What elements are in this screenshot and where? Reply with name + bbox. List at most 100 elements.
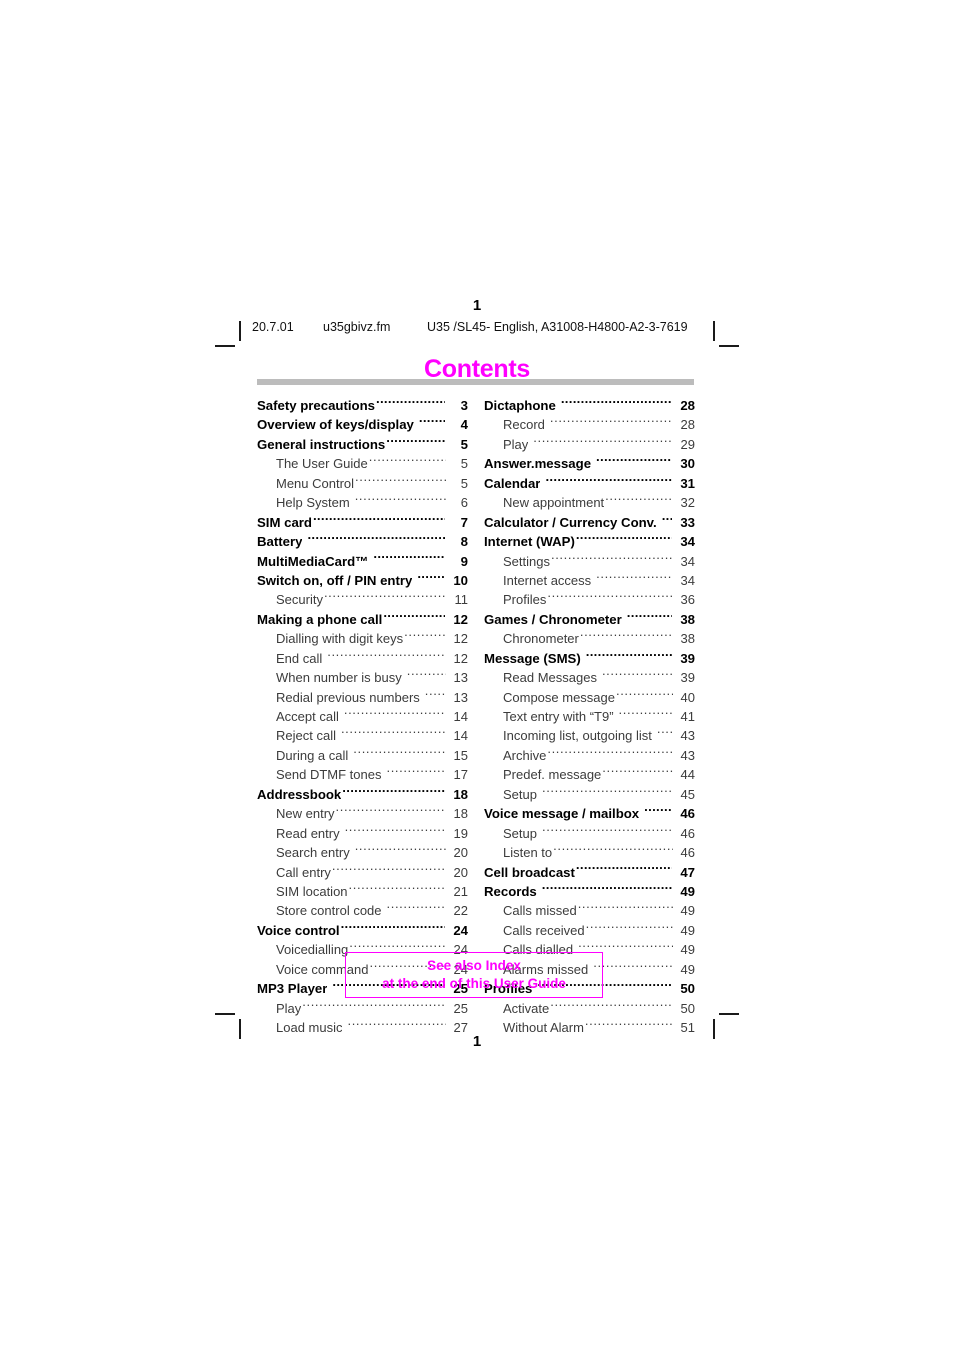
toc-entry-page-number: 5 <box>460 436 468 452</box>
toc-entry-page-number: 22 <box>453 903 468 919</box>
toc-entry[interactable]: SIM card 7 <box>257 513 468 532</box>
toc-entry-label: Archive <box>503 747 547 763</box>
toc-entry-label: New appointment <box>503 495 605 511</box>
toc-entry-label: Setup <box>503 825 537 841</box>
toc-entry-page-number: 40 <box>680 689 695 705</box>
toc-entry[interactable]: Games / Chronometer 38 <box>484 610 695 629</box>
toc-entry[interactable]: Security 11 <box>257 590 468 609</box>
toc-entry[interactable]: Battery 8 <box>257 532 468 551</box>
toc-leader-dots <box>353 747 446 760</box>
toc-leader-dots <box>355 475 446 488</box>
toc-entry-label: Games / Chronometer <box>484 611 622 627</box>
toc-entry-page-number: 47 <box>680 864 695 880</box>
toc-entry[interactable]: Help System 6 <box>257 493 468 512</box>
toc-leader-dots <box>345 825 446 838</box>
toc-entry-label: Record <box>503 417 545 433</box>
toc-entry[interactable]: Read Messages 39 <box>484 668 695 687</box>
toc-entry[interactable]: Play 29 <box>484 435 695 454</box>
toc-leader-dots <box>387 766 447 779</box>
toc-entry[interactable]: Answer.message 30 <box>484 454 695 473</box>
toc-entry[interactable]: Archive 43 <box>484 746 695 765</box>
toc-entry[interactable]: Activate 50 <box>484 999 695 1018</box>
see-also-line-1: See also Index <box>427 958 521 973</box>
toc-entry[interactable]: Search entry 20 <box>257 843 468 862</box>
toc-entry[interactable]: Read entry 19 <box>257 824 468 843</box>
toc-entry[interactable]: Store control code 22 <box>257 901 468 920</box>
toc-entry-page-number: 28 <box>680 398 695 413</box>
toc-entry[interactable]: Listen to 46 <box>484 843 695 862</box>
toc-leader-dots <box>376 397 445 410</box>
toc-entry[interactable]: Chronometer 38 <box>484 629 695 648</box>
toc-entry[interactable]: Text entry with “T9” 41 <box>484 707 695 726</box>
toc-entry[interactable]: Incoming list, outgoing list 43 <box>484 726 695 745</box>
page-number-bottom: 1 <box>472 1033 482 1050</box>
toc-entry[interactable]: Switch on, off / PIN entry 10 <box>257 571 468 590</box>
toc-entry[interactable]: Cell broadcast 47 <box>484 863 695 882</box>
toc-entry[interactable]: New entry 18 <box>257 804 468 823</box>
toc-entry-page-number: 14 <box>453 709 468 724</box>
toc-leader-dots <box>545 475 672 488</box>
toc-entry-label: Call entry <box>276 864 331 880</box>
toc-entry[interactable]: When number is busy 13 <box>257 668 468 687</box>
toc-entry[interactable]: Records 49 <box>484 882 695 901</box>
toc-entry[interactable]: The User Guide 5 <box>257 454 468 473</box>
toc-entry[interactable]: Making a phone call 12 <box>257 610 468 629</box>
toc-entry[interactable]: Predef. message 44 <box>484 765 695 784</box>
toc-entry[interactable]: Dictaphone 28 <box>484 396 695 415</box>
crop-mark-top-right-vertical <box>713 321 715 341</box>
toc-entry[interactable]: General instructions 5 <box>257 435 468 454</box>
toc-entry[interactable]: Send DTMF tones 17 <box>257 765 468 784</box>
toc-entry[interactable]: End call 12 <box>257 649 468 668</box>
toc-entry[interactable]: Addressbook 18 <box>257 785 468 804</box>
toc-entry[interactable]: Call entry 20 <box>257 863 468 882</box>
toc-entry[interactable]: Dialling with digit keys 12 <box>257 629 468 648</box>
toc-entry-page-number: 12 <box>453 631 468 647</box>
toc-leader-dots <box>547 591 673 604</box>
toc-entry[interactable]: SIM location 21 <box>257 882 468 901</box>
toc-entry[interactable]: Settings 34 <box>484 552 695 571</box>
toc-entry[interactable]: Internet (WAP) 34 <box>484 532 695 551</box>
toc-entry-page-number: 32 <box>680 495 695 511</box>
toc-entry[interactable]: Play 25 <box>257 999 468 1018</box>
toc-entry-label: Safety precautions <box>257 398 375 413</box>
header-document-id: U35 /SL45- English, A31008-H4800-A2-3-76… <box>427 320 688 334</box>
toc-entry[interactable]: Calculator / Currency Conv. 33 <box>484 513 695 532</box>
toc-entry-label: End call <box>276 650 323 666</box>
toc-entry[interactable]: Menu Control 5 <box>257 474 468 493</box>
toc-entry-page-number: 11 <box>454 592 469 608</box>
toc-entry-page-number: 15 <box>453 747 468 763</box>
toc-entry-page-number: 13 <box>453 670 468 686</box>
toc-leader-dots <box>349 883 446 896</box>
toc-entry-page-number: 50 <box>680 1000 695 1016</box>
toc-entry[interactable]: Record 28 <box>484 415 695 434</box>
toc-entry[interactable]: Redial previous numbers 13 <box>257 688 468 707</box>
toc-entry[interactable]: Setup 46 <box>484 824 695 843</box>
crop-mark-top-left-vertical <box>239 321 241 341</box>
toc-entry-label: When number is busy <box>276 670 402 686</box>
toc-entry[interactable]: Internet access 34 <box>484 571 695 590</box>
toc-entry[interactable]: Compose message 40 <box>484 688 695 707</box>
toc-entry[interactable]: Overview of keys/display 4 <box>257 415 468 434</box>
toc-leader-dots <box>369 455 446 468</box>
toc-entry-label: Send DTMF tones <box>276 767 382 783</box>
toc-entry-page-number: 49 <box>680 883 695 899</box>
toc-entry-label: Setup <box>503 786 537 802</box>
toc-entry-page-number: 33 <box>680 514 695 530</box>
toc-entry[interactable]: Accept call 14 <box>257 707 468 726</box>
toc-entry[interactable]: Calls received 49 <box>484 921 695 940</box>
toc-entry[interactable]: MultiMediaCard™ 9 <box>257 552 468 571</box>
toc-entry[interactable]: During a call 15 <box>257 746 468 765</box>
toc-leader-dots <box>425 689 446 702</box>
toc-entry[interactable]: Profiles 36 <box>484 590 695 609</box>
toc-entry[interactable]: Voice control 24 <box>257 921 468 940</box>
toc-entry-label: Listen to <box>503 845 553 861</box>
title-divider-rule <box>257 379 694 385</box>
toc-entry[interactable]: Calendar 31 <box>484 474 695 493</box>
toc-entry[interactable]: Setup 45 <box>484 785 695 804</box>
toc-entry[interactable]: Voice message / mailbox 46 <box>484 804 695 823</box>
toc-entry[interactable]: Calls missed 49 <box>484 901 695 920</box>
toc-entry[interactable]: New appointment 32 <box>484 493 695 512</box>
toc-entry[interactable]: Safety precautions 3 <box>257 396 468 415</box>
toc-entry[interactable]: Reject call 14 <box>257 726 468 745</box>
toc-entry[interactable]: Message (SMS) 39 <box>484 649 695 668</box>
